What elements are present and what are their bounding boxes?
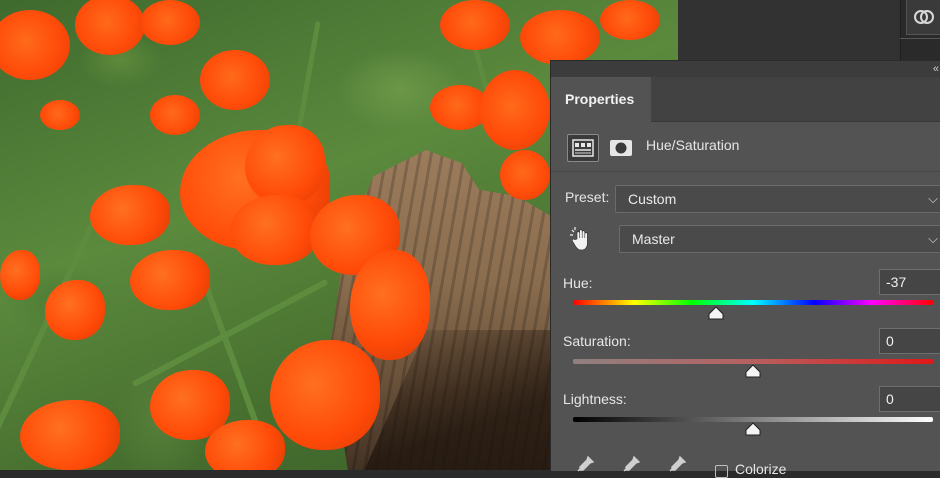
- tab-properties[interactable]: Properties: [551, 77, 651, 122]
- layer-mask-button[interactable]: [605, 134, 637, 162]
- saturation-input[interactable]: 0: [879, 328, 940, 354]
- panel-tab-row: Properties: [551, 77, 940, 122]
- lightness-input[interactable]: 0: [879, 386, 940, 412]
- panel-header-bar: «: [551, 61, 940, 77]
- flower: [140, 0, 200, 45]
- dock-panel-button[interactable]: [906, 0, 940, 35]
- flower: [75, 0, 145, 55]
- channels-icon: [914, 10, 934, 24]
- chevron-down-icon: ⌵: [928, 191, 938, 206]
- flower-petal: [270, 340, 380, 450]
- double-chevron-icon[interactable]: «: [933, 61, 939, 77]
- lightness-label: Lightness:: [563, 391, 627, 407]
- flower: [40, 100, 80, 130]
- flower-petal: [0, 250, 40, 300]
- targeted-adjustment-hand-icon[interactable]: [569, 227, 597, 253]
- eyedropper-icon[interactable]: [575, 453, 597, 473]
- hue-label: Hue:: [563, 275, 593, 291]
- preset-dropdown[interactable]: Custom ⌵: [615, 185, 940, 213]
- flower-petal: [45, 280, 105, 340]
- flower-petal: [20, 400, 120, 470]
- flower-petal: [230, 195, 320, 265]
- flower: [440, 0, 510, 50]
- colorize-checkbox[interactable]: [715, 465, 728, 478]
- flower: [500, 150, 550, 200]
- mask-icon: [610, 140, 632, 156]
- flower: [520, 10, 600, 65]
- flower: [480, 70, 550, 150]
- hue-saturation-icon: [572, 139, 594, 157]
- saturation-label: Saturation:: [563, 333, 631, 349]
- flower: [200, 50, 270, 110]
- flower-petal: [245, 125, 325, 205]
- colorize-label: Colorize: [735, 461, 787, 477]
- flower-petal: [350, 250, 430, 360]
- flower: [0, 10, 70, 80]
- divider: [900, 38, 940, 39]
- chevron-down-icon: ⌵: [928, 231, 938, 246]
- adjustment-header: Hue/Saturation: [551, 121, 940, 172]
- adjustment-layer-button[interactable]: [567, 134, 599, 162]
- hue-slider-track[interactable]: [573, 300, 933, 305]
- properties-panel: « Properties Hue/Saturation Preset: Cust…: [550, 60, 940, 478]
- preset-label: Preset:: [565, 189, 610, 205]
- flower: [150, 95, 200, 135]
- adjustment-title: Hue/Saturation: [646, 137, 740, 153]
- flower: [600, 0, 660, 40]
- eyedropper-plus-icon[interactable]: [621, 453, 643, 473]
- flower-petal: [90, 185, 170, 245]
- channel-dropdown[interactable]: Master ⌵: [619, 225, 940, 253]
- flower-petal: [130, 250, 210, 310]
- preset-value: Custom: [628, 191, 677, 207]
- channel-value: Master: [632, 231, 675, 247]
- eyedropper-minus-icon[interactable]: [667, 453, 689, 473]
- hue-input[interactable]: -37: [879, 269, 940, 295]
